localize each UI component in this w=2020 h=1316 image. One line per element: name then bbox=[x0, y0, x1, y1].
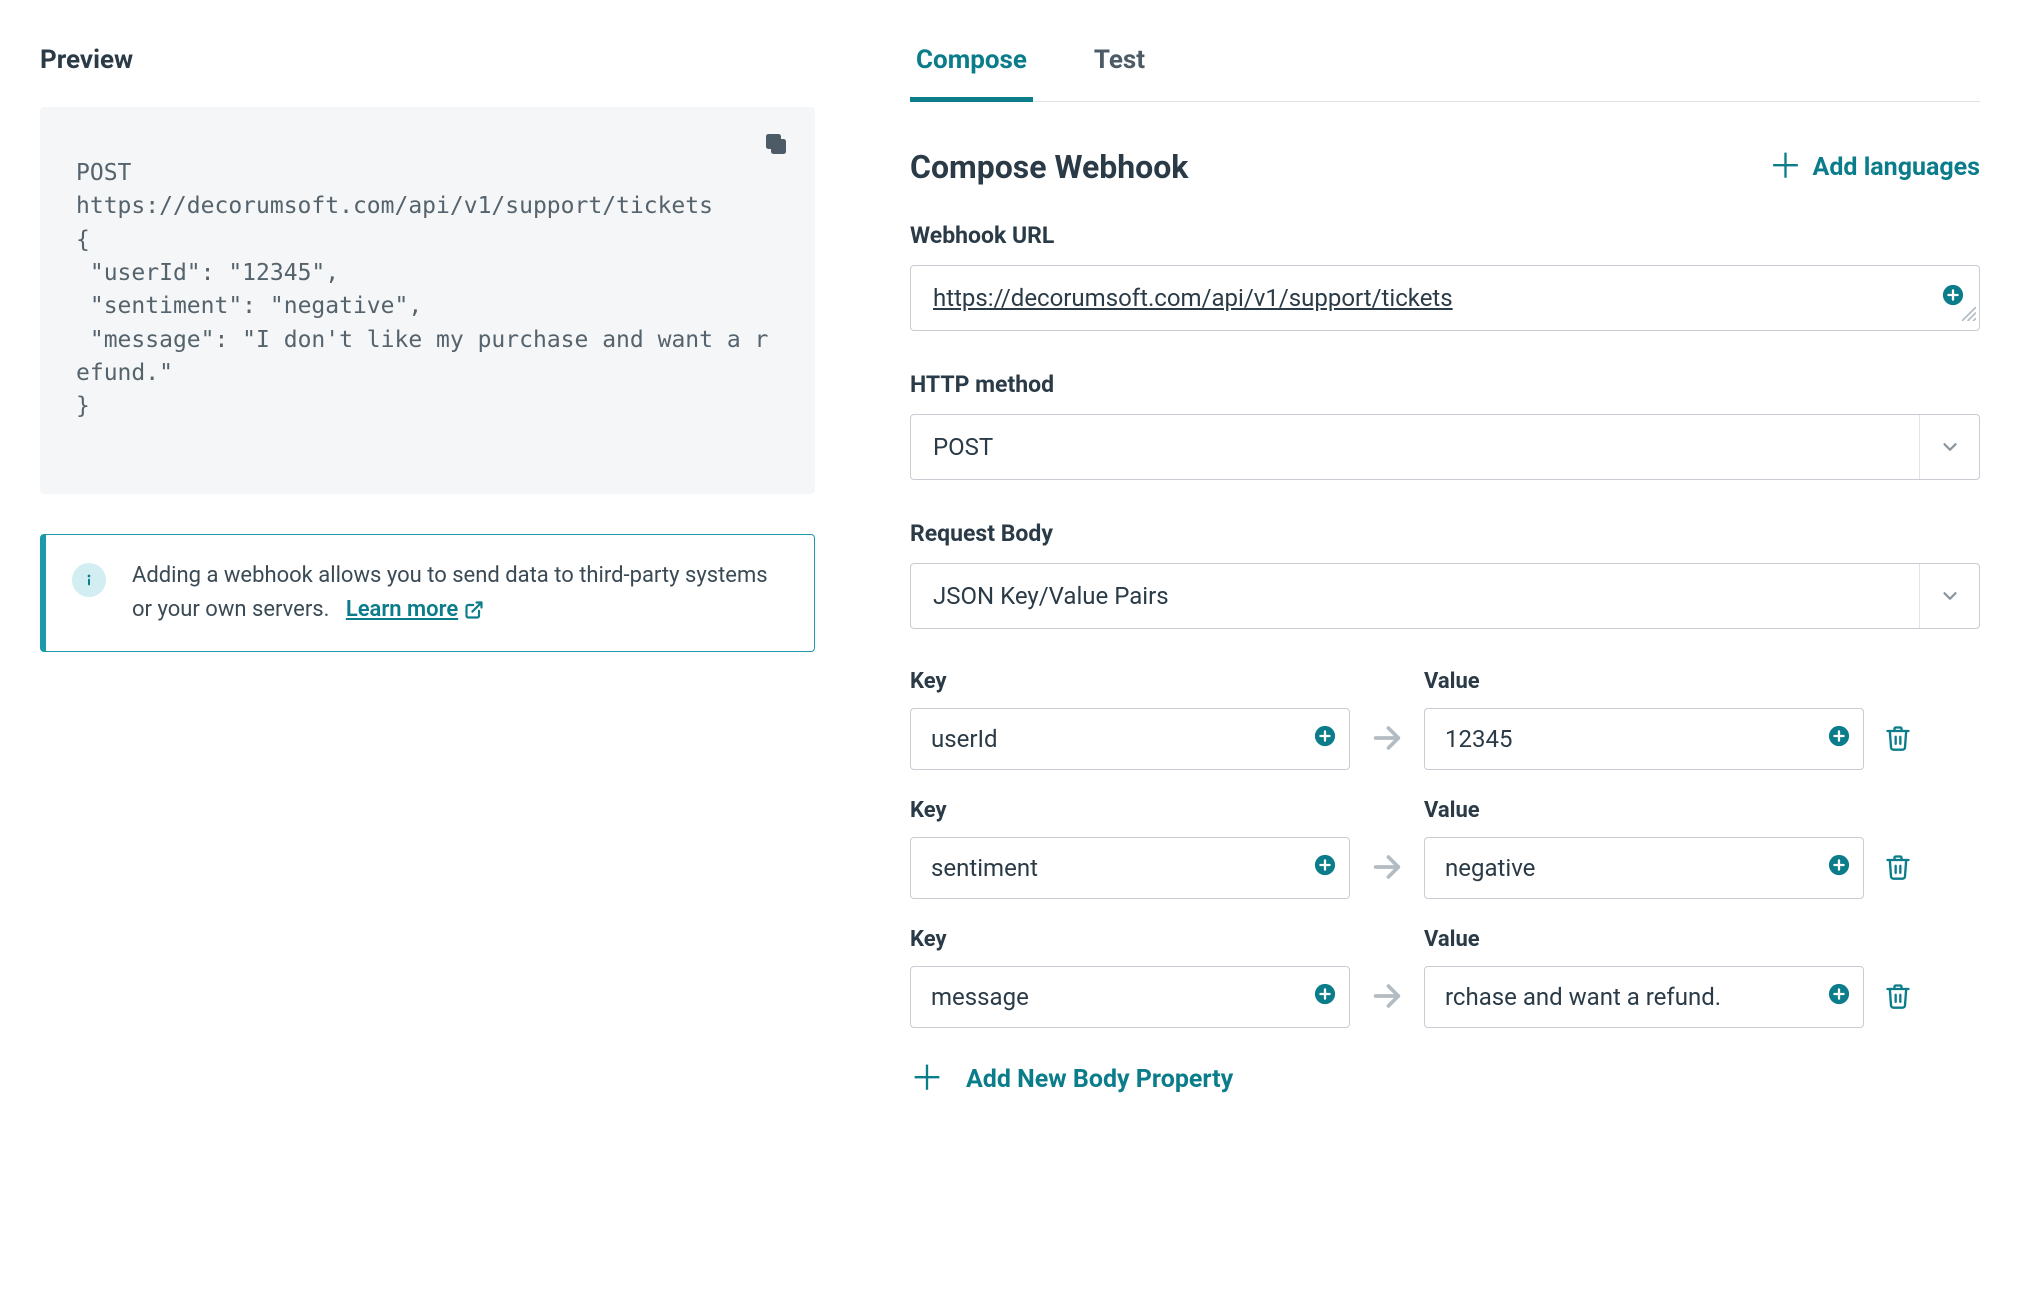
plus-circle-icon[interactable] bbox=[1942, 284, 1964, 312]
info-icon bbox=[72, 563, 106, 597]
request-body-label: Request Body bbox=[910, 520, 1980, 547]
plus-icon: ＋ bbox=[910, 1062, 944, 1096]
key-input[interactable] bbox=[910, 966, 1350, 1028]
tabs: Compose Test bbox=[910, 45, 1980, 102]
key-label: Key bbox=[910, 798, 1350, 823]
plus-circle-icon[interactable] bbox=[1314, 854, 1336, 882]
plus-icon: ＋ bbox=[1769, 150, 1803, 184]
trash-icon[interactable] bbox=[1884, 964, 1912, 1028]
plus-circle-icon[interactable] bbox=[1314, 725, 1336, 753]
trash-icon[interactable] bbox=[1884, 835, 1912, 899]
body-row: Key Value bbox=[910, 927, 1980, 1028]
add-languages-label: Add languages bbox=[1813, 153, 1980, 182]
arrow-right-icon bbox=[1370, 706, 1404, 770]
plus-circle-icon[interactable] bbox=[1828, 854, 1850, 882]
resize-handle-icon[interactable] bbox=[1962, 303, 1976, 327]
value-input[interactable] bbox=[1424, 708, 1864, 770]
body-row: Key Value bbox=[910, 798, 1980, 899]
value-input[interactable] bbox=[1424, 966, 1864, 1028]
value-label: Value bbox=[1424, 669, 1864, 694]
key-label: Key bbox=[910, 669, 1350, 694]
plus-circle-icon[interactable] bbox=[1828, 983, 1850, 1011]
webhook-url-input[interactable] bbox=[910, 265, 1980, 331]
value-input[interactable] bbox=[1424, 837, 1864, 899]
tab-compose[interactable]: Compose bbox=[910, 45, 1033, 102]
body-row: Key Value bbox=[910, 669, 1980, 770]
value-label: Value bbox=[1424, 927, 1864, 952]
add-body-property-label: Add New Body Property bbox=[966, 1065, 1233, 1094]
chevron-down-icon[interactable] bbox=[1919, 564, 1979, 628]
add-languages-button[interactable]: ＋ Add languages bbox=[1769, 150, 1980, 184]
request-body-select[interactable]: JSON Key/Value Pairs bbox=[910, 563, 1980, 629]
compose-title: Compose Webhook bbox=[910, 148, 1188, 186]
preview-title: Preview bbox=[40, 45, 815, 75]
arrow-right-icon bbox=[1370, 835, 1404, 899]
arrow-right-icon bbox=[1370, 964, 1404, 1028]
external-link-icon bbox=[464, 600, 484, 620]
http-method-label: HTTP method bbox=[910, 371, 1980, 398]
learn-more-link[interactable]: Learn more bbox=[346, 593, 484, 627]
chevron-down-icon[interactable] bbox=[1919, 415, 1979, 479]
preview-box: POST https://decorumsoft.com/api/v1/supp… bbox=[40, 107, 815, 494]
trash-icon[interactable] bbox=[1884, 706, 1912, 770]
preview-code: POST https://decorumsoft.com/api/v1/supp… bbox=[76, 157, 779, 424]
plus-circle-icon[interactable] bbox=[1314, 983, 1336, 1011]
request-body-value: JSON Key/Value Pairs bbox=[911, 564, 1919, 628]
http-method-value: POST bbox=[911, 415, 1919, 479]
key-input[interactable] bbox=[910, 708, 1350, 770]
add-body-property-button[interactable]: ＋ Add New Body Property bbox=[910, 1062, 1233, 1096]
http-method-select[interactable]: POST bbox=[910, 414, 1980, 480]
learn-more-label: Learn more bbox=[346, 593, 458, 627]
key-label: Key bbox=[910, 927, 1350, 952]
copy-icon[interactable] bbox=[761, 129, 791, 165]
webhook-url-label: Webhook URL bbox=[910, 222, 1980, 249]
tab-test[interactable]: Test bbox=[1088, 45, 1151, 102]
info-callout: Adding a webhook allows you to send data… bbox=[40, 534, 815, 652]
key-input[interactable] bbox=[910, 837, 1350, 899]
value-label: Value bbox=[1424, 798, 1864, 823]
plus-circle-icon[interactable] bbox=[1828, 725, 1850, 753]
